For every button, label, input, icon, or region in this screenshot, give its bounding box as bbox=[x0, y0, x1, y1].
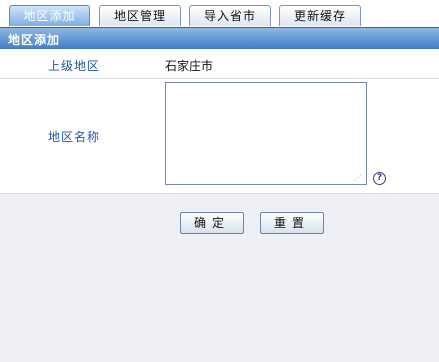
help-icon[interactable]: ? bbox=[373, 172, 386, 185]
section-title: 地区添加 bbox=[8, 33, 61, 47]
region-name-row: 地区名称 ⋰ ? bbox=[0, 79, 439, 194]
tab-update-cache[interactable]: 更新缓存 bbox=[279, 5, 361, 26]
tab-bar: 地区添加 地区管理 导入省市 更新缓存 bbox=[0, 0, 439, 27]
tab-add-region[interactable]: 地区添加 bbox=[9, 5, 90, 26]
region-name-textarea[interactable] bbox=[165, 82, 367, 185]
region-name-label: 地区名称 bbox=[47, 130, 100, 144]
tab-manage-region[interactable]: 地区管理 bbox=[99, 5, 181, 26]
parent-region-label: 上级地区 bbox=[47, 59, 100, 73]
submit-button[interactable]: 确定 bbox=[180, 212, 244, 234]
parent-region-value: 石家庄市 bbox=[165, 59, 214, 73]
section-titlebar: 地区添加 bbox=[0, 27, 439, 49]
tab-import-provinces[interactable]: 导入省市 bbox=[189, 5, 271, 26]
reset-button[interactable]: 重置 bbox=[260, 212, 324, 234]
resize-grip-icon[interactable]: ⋰ bbox=[354, 174, 364, 182]
parent-region-row: 上级地区 石家庄市 bbox=[0, 49, 439, 79]
button-bar: 确定 重置 bbox=[0, 212, 439, 236]
